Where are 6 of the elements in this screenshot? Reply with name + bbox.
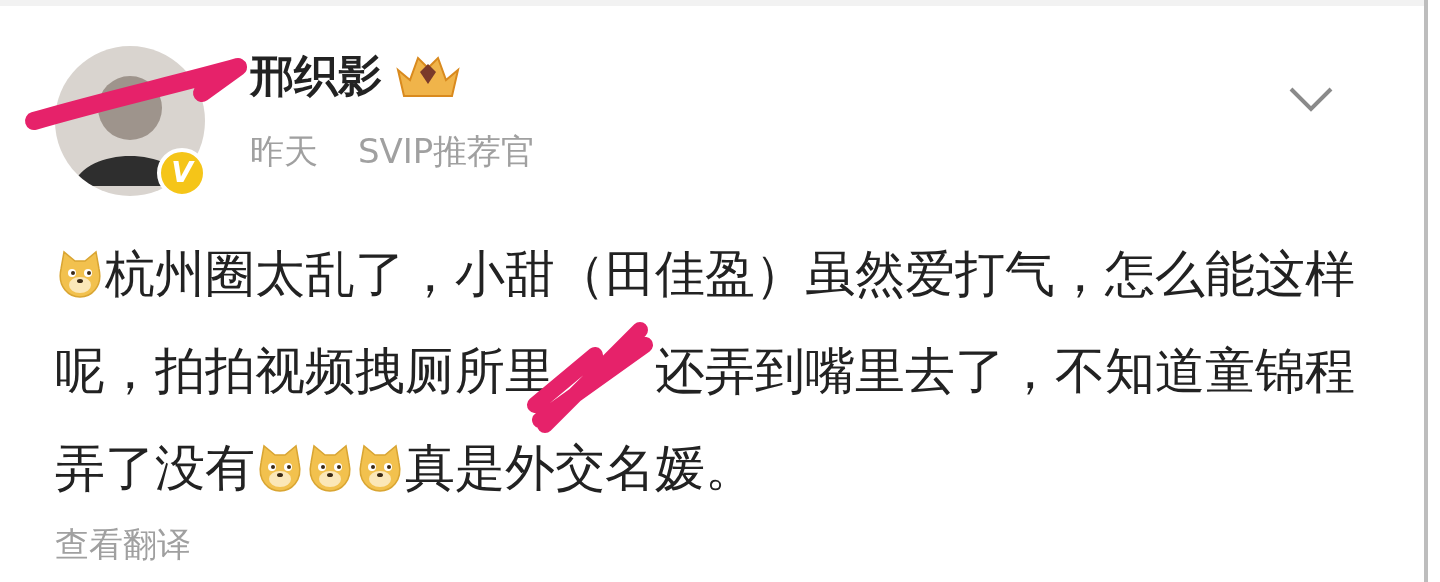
post-time: 昨天 — [250, 130, 318, 173]
chevron-down-icon[interactable] — [1288, 86, 1334, 114]
post-source: SVIP推荐官 — [358, 130, 536, 173]
post-text: 杭州圈太乱了，小甜（田佳盈）虽然爱打气，怎么能这样呢，拍拍视频拽厕所里 还弄到嘴里去了，不知道童锦程弄了没有 真是外交名媛。 — [55, 244, 1356, 499]
author-name[interactable]: 邢织影 — [250, 46, 382, 106]
translate-link[interactable]: 查看翻译 — [55, 519, 191, 570]
